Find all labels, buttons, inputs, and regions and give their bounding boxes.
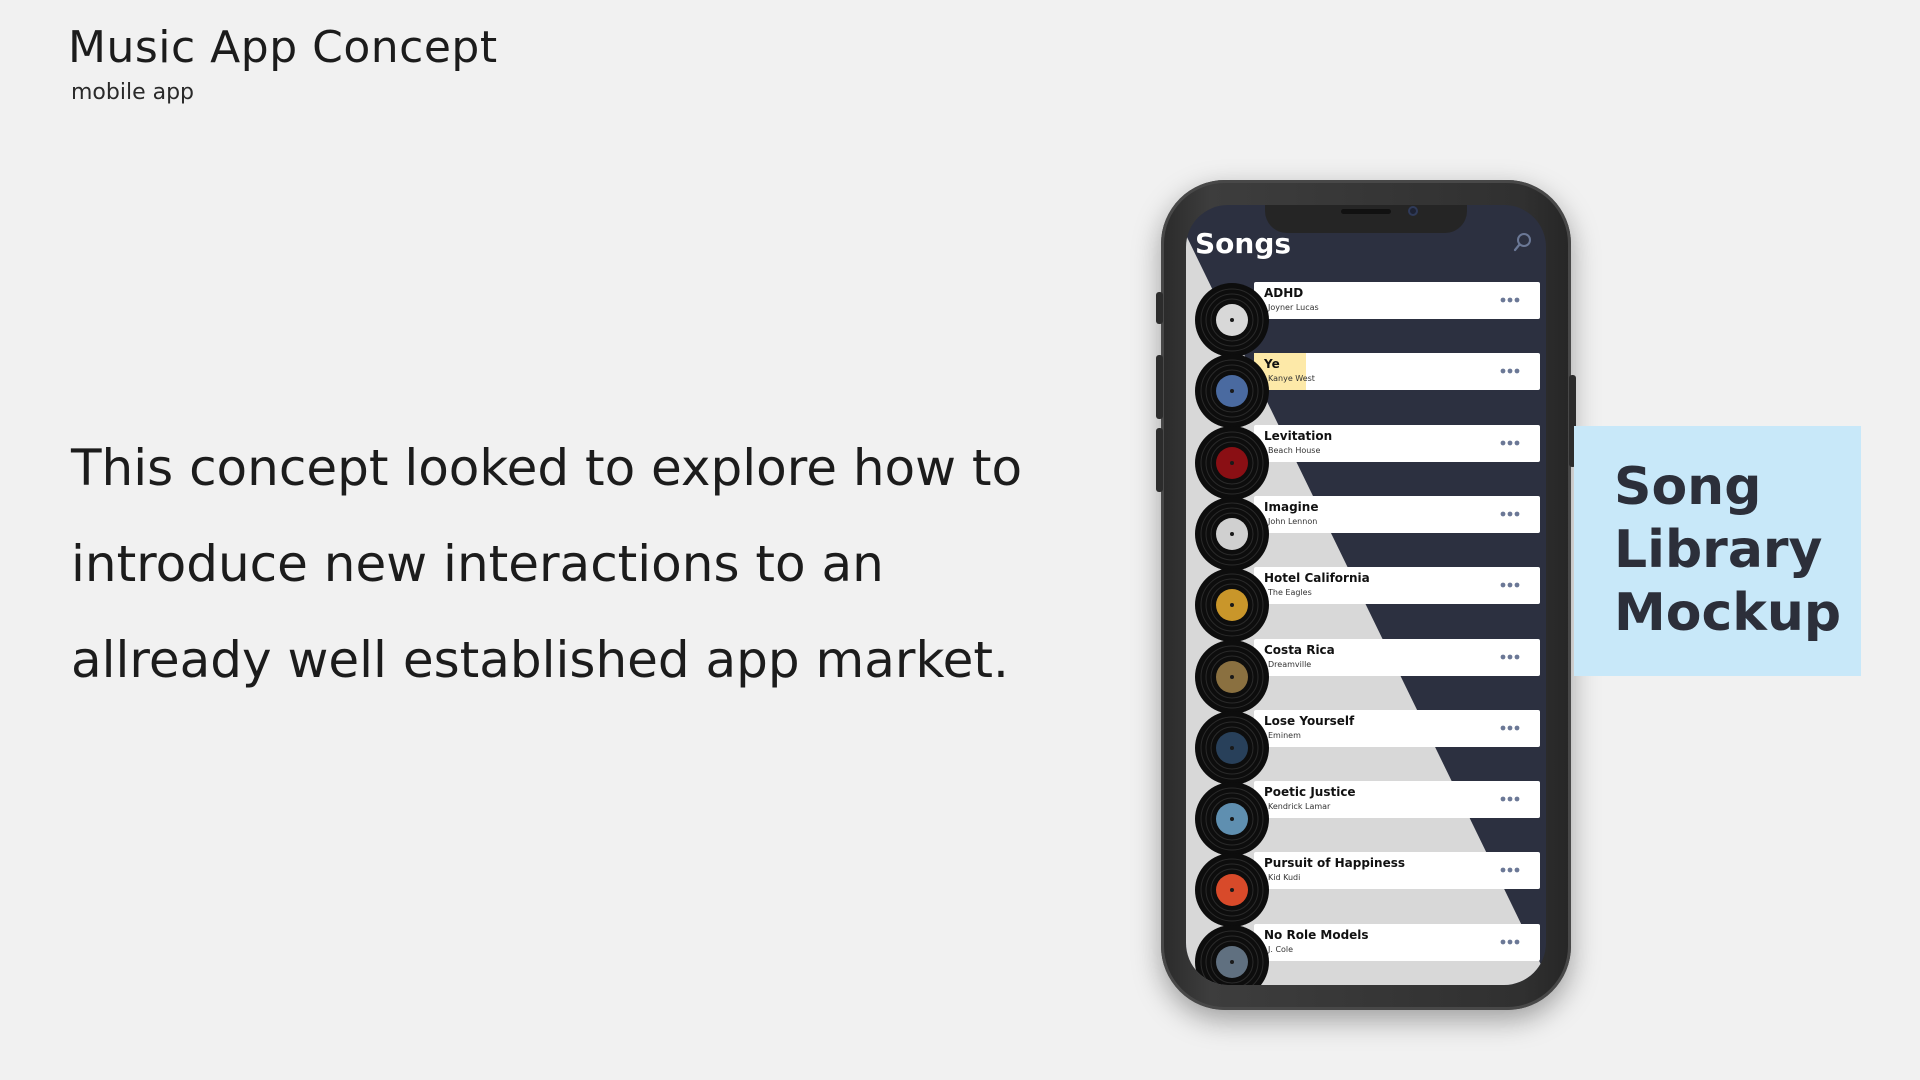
callout-line: Song xyxy=(1614,457,1762,517)
more-options-icon[interactable] xyxy=(1500,293,1520,307)
more-options-icon[interactable] xyxy=(1500,436,1520,450)
song-card[interactable]: Poetic Justice Kendrick Lamar xyxy=(1254,781,1540,819)
more-options-icon[interactable] xyxy=(1500,863,1520,877)
vinyl-record-icon xyxy=(1195,924,1269,985)
song-artist: J. Cole xyxy=(1268,944,1294,954)
song-list: ADHD Joyner Lucas Ye Kanye West Levitation Be… xyxy=(1186,205,1546,985)
description-line: introduce new interactions to an xyxy=(71,535,884,593)
song-card[interactable]: Imagine John Lennon xyxy=(1254,495,1540,533)
vinyl-record-icon xyxy=(1195,496,1269,571)
vinyl-record-icon xyxy=(1195,639,1269,714)
song-row[interactable]: Lose Yourself Eminem xyxy=(1194,709,1540,785)
song-card[interactable]: Ye Kanye West xyxy=(1254,353,1540,391)
song-title: No Role Models xyxy=(1264,927,1369,942)
song-card[interactable]: Costa Rica Dreamville xyxy=(1254,638,1540,676)
song-card[interactable]: No Role Models J. Cole xyxy=(1254,923,1540,961)
mute-switch xyxy=(1156,292,1163,324)
song-artist: Beach House xyxy=(1268,445,1321,455)
song-card[interactable]: Levitation Beach House xyxy=(1254,424,1540,462)
more-options-icon[interactable] xyxy=(1500,650,1520,664)
song-title: Lose Yourself xyxy=(1264,713,1355,728)
volume-up-button xyxy=(1156,355,1163,419)
song-title: Levitation xyxy=(1264,428,1333,443)
vinyl-record-icon xyxy=(1195,425,1269,500)
song-title: Imagine xyxy=(1264,499,1319,514)
vinyl-record-icon xyxy=(1195,283,1269,357)
vinyl-record-icon xyxy=(1195,568,1269,643)
song-artist: The Eagles xyxy=(1268,588,1312,598)
song-row[interactable]: Pursuit of Happiness Kid Kudi xyxy=(1194,852,1540,928)
vinyl-record-icon xyxy=(1195,782,1269,857)
song-title: Pursuit of Happiness xyxy=(1264,856,1406,871)
song-artist: John Lennon xyxy=(1268,516,1318,526)
phone-mockup: Songs ADHD Joyner Lucas Ye Kanye West Levita… xyxy=(1156,180,1576,1010)
song-artist: Kendrick Lamar xyxy=(1268,802,1331,812)
song-library-callout: Song Library Mockup xyxy=(1574,426,1861,676)
song-title: Poetic Justice xyxy=(1264,785,1356,800)
more-options-icon[interactable] xyxy=(1500,935,1520,949)
more-options-icon[interactable] xyxy=(1500,792,1520,806)
vinyl-record-icon xyxy=(1195,853,1269,928)
song-card[interactable]: Lose Yourself Eminem xyxy=(1254,709,1540,747)
more-options-icon[interactable] xyxy=(1500,721,1520,735)
description-line: allready well established app market. xyxy=(71,631,1009,689)
song-artist: Dreamville xyxy=(1268,659,1312,669)
song-card[interactable]: Pursuit of Happiness Kid Kudi xyxy=(1254,852,1540,890)
description-line: This concept looked to explore how to xyxy=(71,439,1023,497)
callout-line: Library xyxy=(1614,520,1823,580)
song-card[interactable]: Hotel California The Eagles xyxy=(1254,567,1540,605)
song-title: Hotel California xyxy=(1264,571,1370,586)
vinyl-record-icon xyxy=(1195,710,1269,785)
more-options-icon[interactable] xyxy=(1500,507,1520,521)
page-title: Music App Concept xyxy=(68,22,498,73)
song-row[interactable]: Ye Kanye West xyxy=(1194,353,1540,429)
more-options-icon[interactable] xyxy=(1500,578,1520,592)
song-artist: Joyner Lucas xyxy=(1268,303,1319,312)
song-artist: Eminem xyxy=(1268,730,1301,740)
song-title: Costa Rica xyxy=(1264,642,1335,657)
songs-screen-title: Songs xyxy=(1195,227,1292,260)
song-artist: Kanye West xyxy=(1268,374,1315,384)
song-artist: Kid Kudi xyxy=(1268,873,1301,883)
page-subtitle: mobile app xyxy=(71,80,195,105)
speaker-grille xyxy=(1341,209,1391,214)
volume-down-button xyxy=(1156,428,1163,492)
song-row[interactable]: Imagine John Lennon xyxy=(1194,495,1540,571)
phone-screen: Songs ADHD Joyner Lucas Ye Kanye West Levita… xyxy=(1186,205,1546,985)
callout-line: Mockup xyxy=(1614,583,1842,643)
phone-notch xyxy=(1265,205,1467,233)
front-camera xyxy=(1408,206,1418,216)
song-row[interactable]: Hotel California The Eagles xyxy=(1194,567,1540,643)
song-row[interactable]: No Role Models J. Cole xyxy=(1194,923,1540,985)
song-row[interactable]: Costa Rica Dreamville xyxy=(1194,638,1540,714)
more-options-icon[interactable] xyxy=(1500,364,1520,378)
vinyl-record-icon xyxy=(1195,354,1269,429)
concept-description: This concept looked to explore how to in… xyxy=(71,420,1081,708)
search-icon[interactable] xyxy=(1512,231,1534,253)
song-card[interactable]: ADHD Joyner Lucas xyxy=(1254,282,1540,319)
callout-heading: Song Library Mockup xyxy=(1614,456,1854,645)
song-row[interactable]: Poetic Justice Kendrick Lamar xyxy=(1194,781,1540,857)
song-row[interactable]: Levitation Beach House xyxy=(1194,424,1540,500)
song-row[interactable]: ADHD Joyner Lucas xyxy=(1194,282,1540,357)
